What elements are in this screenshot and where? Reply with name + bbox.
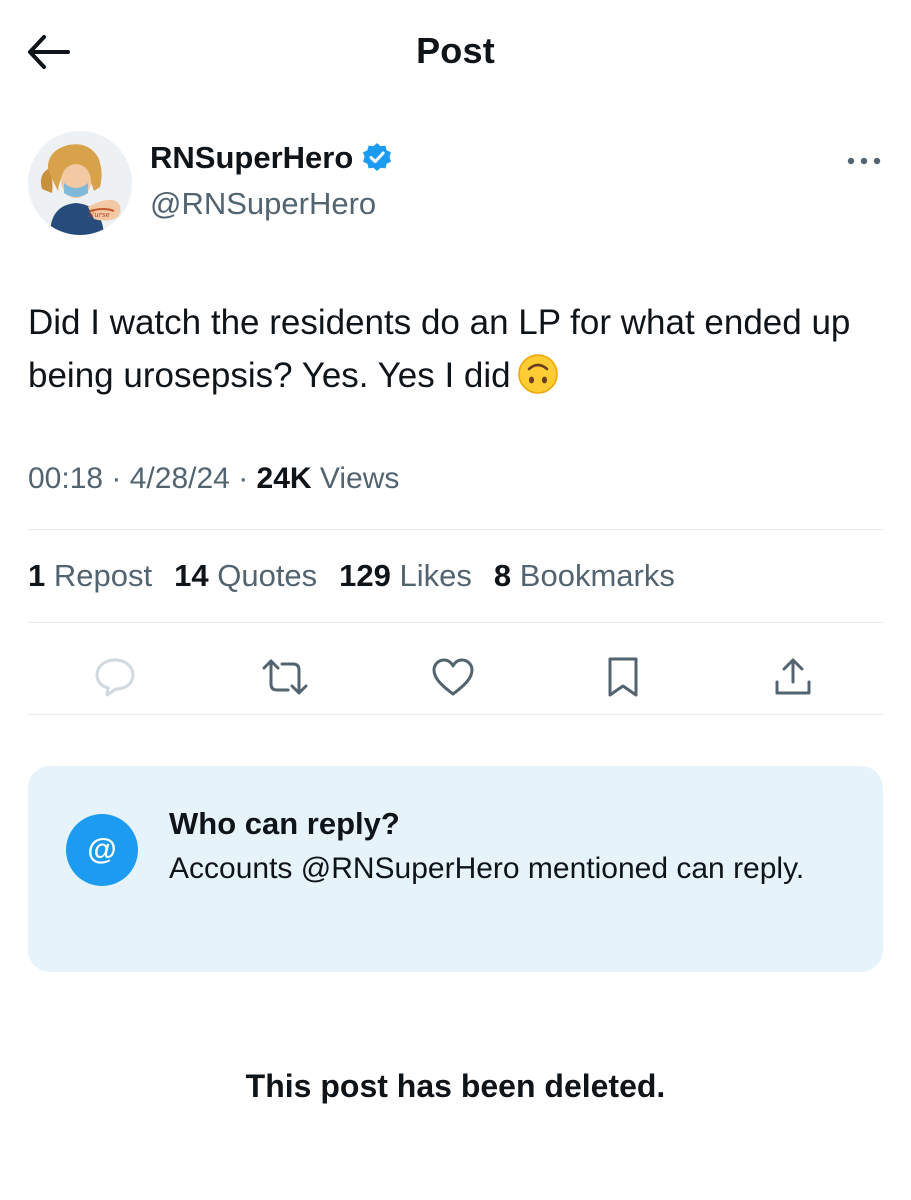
bookmarks-label: Bookmarks (519, 558, 675, 593)
meta-separator: · (111, 462, 130, 495)
display-name[interactable]: RNSuperHero (150, 140, 353, 176)
divider (28, 622, 883, 623)
verified-badge-icon (363, 143, 392, 171)
bookmarks-count: 8 (493, 558, 512, 593)
repost-button[interactable] (260, 652, 310, 702)
svg-text:Nurse: Nurse (87, 211, 110, 219)
upside-down-face-icon (517, 354, 558, 394)
likes-stat[interactable]: 129 Likes (339, 558, 472, 594)
quotes-label: Quotes (217, 558, 318, 593)
display-name-row: RNSuperHero (150, 140, 393, 176)
more-options-button[interactable] (842, 146, 886, 176)
reply-restriction-description: Accounts @RNSuperHero mentioned can repl… (169, 852, 805, 885)
share-icon (775, 658, 811, 695)
deleted-notice: This post has been deleted. (245, 1068, 666, 1104)
views-label: Views (319, 462, 400, 495)
meta-separator: · (238, 462, 257, 495)
bookmark-button[interactable] (598, 652, 648, 702)
quotes-count: 14 (174, 558, 209, 593)
share-button[interactable] (768, 652, 818, 702)
reposts-stat[interactable]: 1 Repost (28, 558, 152, 594)
nurse-avatar-icon: Nurse (28, 131, 132, 235)
post-time: 00:18 (28, 462, 104, 495)
action-bar (28, 640, 883, 714)
at-sign-icon: @ (66, 814, 138, 886)
more-dots-icon (847, 157, 881, 165)
reply-restriction-notice: @ Who can reply? Accounts @RNSuperHero m… (28, 766, 883, 972)
divider (28, 529, 883, 530)
likes-count: 129 (339, 558, 391, 593)
user-handle[interactable]: @RNSuperHero (150, 186, 376, 222)
avatar[interactable]: Nurse (28, 131, 132, 235)
views-count: 24K (256, 462, 312, 495)
like-button[interactable] (428, 652, 478, 702)
reply-button[interactable] (90, 652, 140, 702)
reposts-count: 1 (28, 558, 46, 593)
reposts-label: Repost (53, 558, 153, 593)
reply-icon (95, 658, 135, 697)
quotes-stat[interactable]: 14 Quotes (174, 558, 317, 594)
repost-icon (262, 659, 308, 695)
post-meta: 00:18 · 4/28/24 · 24K Views (28, 462, 399, 496)
likes-label: Likes (399, 558, 472, 593)
divider (28, 714, 883, 715)
page-title: Post (416, 30, 495, 71)
bookmark-icon (608, 657, 638, 697)
reply-restriction-title: Who can reply? (169, 806, 400, 841)
post-page: Post Nurse RNSuperHero @RNSuperHero Did … (0, 0, 911, 1200)
heart-icon (432, 658, 474, 696)
bookmarks-stat[interactable]: 8 Bookmarks (494, 558, 675, 594)
tweet-text-content: Did I watch the residents do an LP for w… (28, 303, 851, 395)
engagement-stats: 1 Repost 14 Quotes 129 Likes 8 Bookmarks (28, 558, 675, 594)
tweet-text: Did I watch the residents do an LP for w… (28, 296, 868, 402)
top-bar: Post (0, 0, 911, 104)
post-date: 4/28/24 (129, 462, 230, 495)
